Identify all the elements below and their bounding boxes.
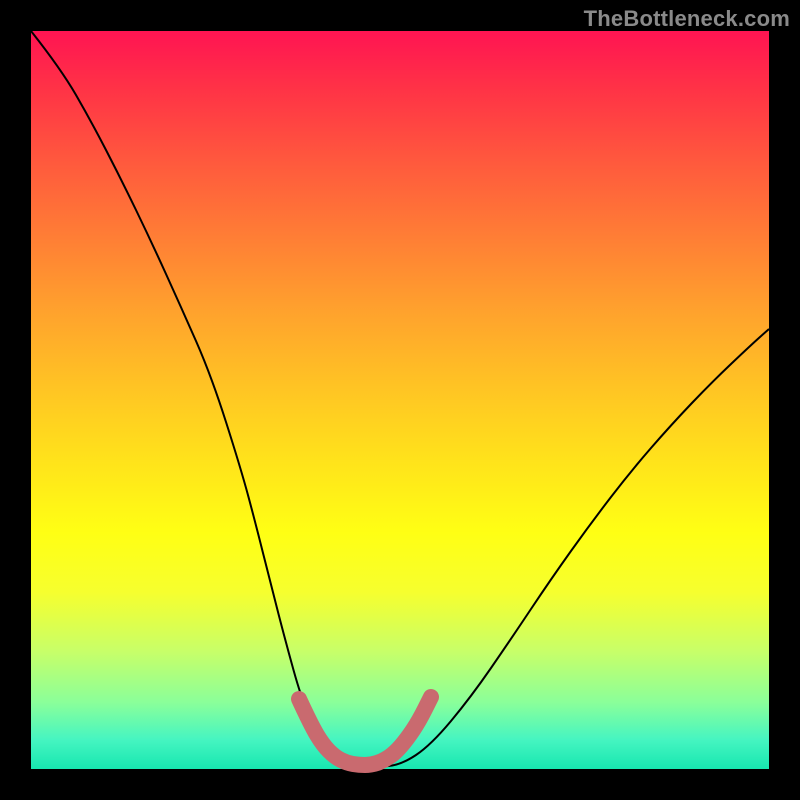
optimal-zone-marker xyxy=(299,697,431,765)
chart-svg xyxy=(31,31,769,769)
watermark-text: TheBottleneck.com xyxy=(584,6,790,32)
chart-frame: TheBottleneck.com xyxy=(0,0,800,800)
bottleneck-curve xyxy=(31,31,769,767)
